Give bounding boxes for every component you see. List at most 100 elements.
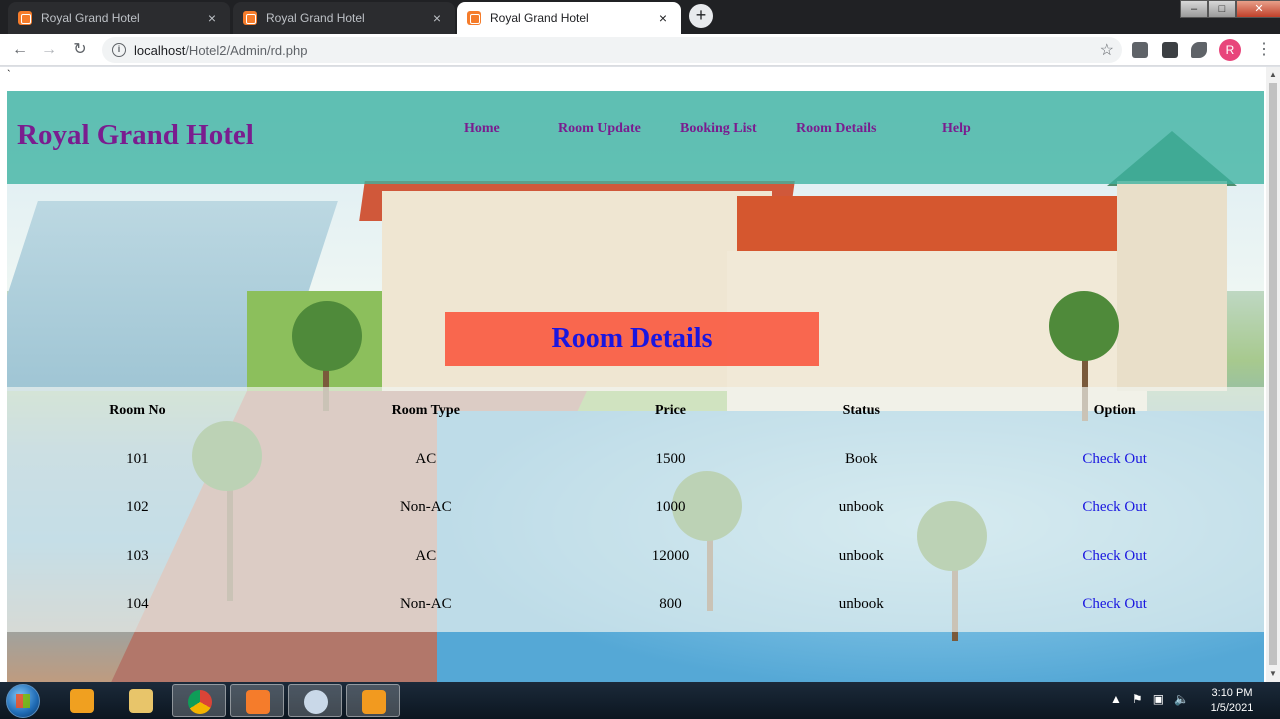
cell-price: 1000	[655, 499, 686, 516]
cell-option: Check Out	[965, 484, 1264, 533]
taskbar-app-xampp[interactable]	[230, 684, 284, 717]
address-bar[interactable]: i localhost/Hotel2/Admin/rd.php ☆	[102, 37, 1122, 63]
taskbar-app-paint[interactable]	[288, 684, 342, 717]
site-brand: Royal Grand Hotel	[17, 119, 254, 151]
url-path: /Hotel2/Admin/rd.php	[185, 42, 308, 58]
cell-price: 1500	[655, 450, 686, 467]
table-row: 101 AC 1500 Book Check Out	[7, 435, 1264, 484]
close-tab-icon[interactable]: ×	[204, 10, 220, 26]
cell-room-no: 103	[126, 547, 149, 564]
scrollbar-thumb[interactable]	[1269, 83, 1277, 665]
media-player-icon	[70, 689, 94, 713]
close-tab-icon[interactable]: ×	[429, 10, 445, 26]
close-tab-icon[interactable]: ×	[655, 10, 671, 26]
xampp-favicon-icon	[18, 11, 32, 25]
xampp-favicon-icon	[467, 11, 481, 25]
scene-tower	[1117, 181, 1227, 391]
cell-room-no: 101	[126, 450, 149, 467]
column-header-option: Option	[1093, 403, 1136, 418]
cell-room-type: AC	[415, 450, 437, 467]
window-controls: – □ ✕	[1180, 0, 1280, 20]
maximize-button[interactable]: □	[1208, 0, 1236, 18]
reload-icon[interactable]: ↻	[68, 38, 92, 62]
browser-menu-icon[interactable]: ⋮	[1256, 39, 1272, 59]
cell-room-type: Non-AC	[399, 596, 452, 613]
check-out-link[interactable]: Check Out	[1082, 451, 1147, 467]
cell-room-no: 104	[126, 596, 149, 613]
cell-price: 12000	[651, 547, 690, 564]
system-tray: ▲ ⚑ ▣ 🔈	[1110, 692, 1189, 706]
cell-price: 800	[659, 596, 682, 613]
cell-option: Check Out	[965, 435, 1264, 484]
scene-palm	[1049, 291, 1119, 361]
cell-status: Book	[845, 450, 878, 467]
taskbar-app-sublime[interactable]	[346, 684, 400, 717]
check-out-link[interactable]: Check Out	[1082, 548, 1147, 564]
xampp-icon	[246, 690, 270, 714]
column-header-room-type: Room Type	[391, 403, 460, 418]
network-icon[interactable]: ▣	[1153, 692, 1164, 706]
taskbar-app-explorer[interactable]	[114, 684, 168, 717]
sublime-text-icon	[362, 690, 386, 714]
room-table-panel: Room No Room Type Price Status Option 10…	[7, 387, 1264, 632]
taskbar-clock[interactable]: 3:10 PM 1/5/2021	[1206, 686, 1258, 716]
profile-avatar[interactable]: R	[1219, 39, 1241, 61]
browser-tab[interactable]: Royal Grand Hotel ×	[8, 2, 230, 34]
browser-tab-active[interactable]: Royal Grand Hotel ×	[457, 2, 681, 34]
nav-help[interactable]: Help	[942, 121, 971, 137]
action-center-flag-icon[interactable]: ⚑	[1132, 692, 1143, 706]
clock-date: 1/5/2021	[1210, 702, 1254, 714]
nav-booking-list[interactable]: Booking List	[680, 121, 757, 137]
cell-room-type: Non-AC	[399, 499, 452, 516]
url-host: localhost	[134, 42, 186, 58]
back-icon[interactable]: ←	[8, 38, 32, 62]
cell-status: unbook	[838, 596, 884, 613]
cell-option: Check Out	[965, 581, 1264, 630]
browser-tab[interactable]: Royal Grand Hotel ×	[233, 2, 455, 34]
room-table: Room No Room Type Price Status Option 10…	[7, 387, 1264, 629]
column-header-status: Status	[842, 403, 880, 418]
start-button[interactable]	[6, 684, 40, 718]
nav-home[interactable]: Home	[464, 121, 500, 137]
table-row: 103 AC 12000 unbook Check Out	[7, 532, 1264, 581]
column-header-room-no: Room No	[109, 403, 166, 418]
scroll-up-arrow-icon[interactable]: ▲	[1269, 70, 1277, 79]
site-info-icon[interactable]: i	[112, 43, 126, 57]
new-tab-button[interactable]: +	[689, 4, 713, 28]
page-scrollbar[interactable]: ▲ ▼	[1266, 67, 1280, 682]
taskbar-app-chrome[interactable]	[172, 684, 226, 717]
page-title: Room Details	[551, 323, 713, 354]
minimize-button[interactable]: –	[1180, 0, 1208, 18]
cell-room-no: 102	[126, 499, 149, 516]
bookmark-star-icon[interactable]: ☆	[1100, 40, 1114, 60]
browser-toolbar: ← → ↻ i localhost/Hotel2/Admin/rd.php ☆ …	[0, 34, 1280, 66]
cell-status: unbook	[838, 499, 884, 516]
tab-title: Royal Grand Hotel	[490, 11, 589, 25]
taskbar-app-media-player[interactable]	[55, 684, 109, 717]
forward-icon[interactable]: →	[37, 38, 61, 62]
page-title-box: Room Details	[445, 312, 819, 366]
volume-icon[interactable]: 🔈	[1174, 692, 1189, 706]
folder-icon	[129, 689, 153, 713]
nav-room-details[interactable]: Room Details	[796, 121, 877, 137]
scroll-down-arrow-icon[interactable]: ▼	[1269, 669, 1277, 678]
site-header: Royal Grand Hotel Home Room Update Booki…	[7, 91, 1264, 184]
cell-status: unbook	[838, 547, 884, 564]
column-header-price: Price	[654, 403, 687, 418]
selenium-extension-icon[interactable]	[1162, 42, 1178, 58]
table-header-row: Room No Room Type Price Status Option	[7, 387, 1264, 435]
browser-titlebar: Royal Grand Hotel × Royal Grand Hotel × …	[0, 0, 1280, 34]
window-close-button[interactable]: ✕	[1236, 0, 1280, 18]
clock-time: 3:10 PM	[1211, 687, 1253, 699]
check-out-link[interactable]: Check Out	[1082, 596, 1147, 612]
puzzle-extensions-icon[interactable]	[1191, 42, 1207, 58]
table-row: 102 Non-AC 1000 unbook Check Out	[7, 484, 1264, 533]
extension-icon[interactable]	[1132, 42, 1148, 58]
show-hidden-icons-icon[interactable]: ▲	[1110, 692, 1122, 706]
table-row: 104 Non-AC 800 unbook Check Out	[7, 581, 1264, 630]
check-out-link[interactable]: Check Out	[1082, 499, 1147, 515]
tab-title: Royal Grand Hotel	[41, 11, 140, 25]
chrome-icon	[188, 690, 212, 714]
nav-room-update[interactable]: Room Update	[558, 121, 641, 137]
paint-icon	[304, 690, 328, 714]
